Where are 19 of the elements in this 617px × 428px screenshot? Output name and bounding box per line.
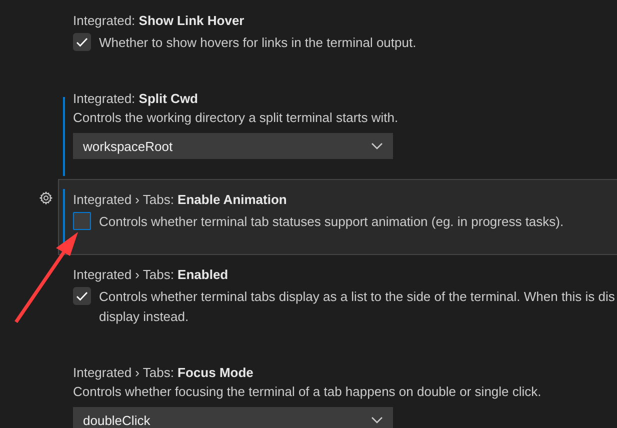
setting-title: Integrated › Tabs: Focus Mode [73,364,254,382]
setting-description: Controls whether focusing the terminal of a tab happens on double or single click. [73,383,542,401]
setting-description: Controls the working directory a split terminal starts with. [73,109,400,127]
checkbox[interactable] [73,212,91,230]
setting-description: Whether to show hovers for links in the terminal output. [99,34,416,52]
setting-description: Controls whether terminal tab statuses support animation (eg. in progress tasks). [99,213,564,231]
checkbox[interactable] [73,287,91,305]
chevron-down-icon [371,416,383,424]
settings-icon[interactable] [39,191,53,205]
setting-title: Integrated › Tabs: Enabled [73,266,230,284]
chevron-down-icon [371,142,383,150]
setting-description: display instead. [99,308,190,326]
setting-description: Controls whether terminal tabs display as a list to the side of the terminal. When this is dis [99,288,615,306]
checkbox[interactable] [73,33,91,51]
dropdown[interactable]: workspaceRoot [73,133,393,159]
dropdown[interactable]: doubleClick [73,407,393,428]
setting-title: Integrated: Show Link Hover [73,12,246,30]
setting-title: Integrated › Tabs: Enable Animation [73,191,288,209]
setting-title: Integrated: Split Cwd [73,90,199,108]
